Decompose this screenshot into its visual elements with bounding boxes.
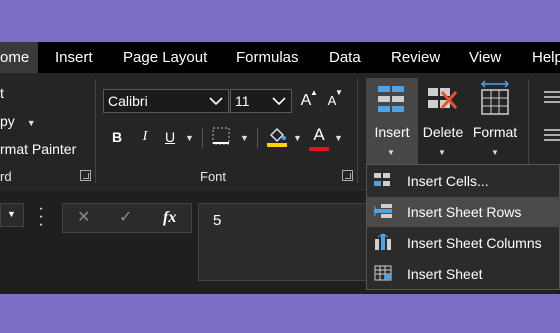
copy-label: py — [0, 113, 15, 129]
font-launcher-icon[interactable] — [342, 170, 353, 181]
shrink-font-button[interactable]: A ▼ — [324, 88, 343, 113]
delete-label: Delete — [422, 124, 464, 140]
group-divider — [357, 79, 358, 183]
tab-formulas[interactable]: Formulas — [236, 42, 299, 73]
font-color-label: A — [313, 125, 325, 144]
clipboard-group-label: rd — [0, 169, 12, 184]
bold-label: B — [111, 129, 123, 145]
font-name-combo[interactable]: Calibri — [103, 89, 229, 113]
format-cells-button[interactable]: Format ▼ — [468, 78, 522, 166]
insert-icon — [376, 84, 406, 116]
delete-icon — [426, 84, 460, 116]
borders-dropdown-icon[interactable]: ▼ — [240, 133, 249, 143]
insert-cells-icon — [373, 171, 393, 189]
font-size-value: 11 — [235, 93, 250, 109]
menu-item-label: Insert Sheet — [407, 266, 483, 282]
cut-button[interactable]: t — [0, 85, 4, 101]
copy-dropdown-icon[interactable]: ▼ — [27, 118, 36, 128]
copy-button[interactable]: py ▼ — [0, 113, 36, 129]
tab-formulas-label: Formulas — [236, 49, 299, 66]
chevron-down-icon: ▼ — [491, 148, 499, 157]
borders-icon[interactable] — [212, 127, 230, 145]
caret-up-icon: ▲ — [310, 88, 318, 97]
underline-label: U — [164, 129, 176, 145]
chevron-down-icon[interactable] — [270, 90, 288, 118]
menu-item-insert-sheet[interactable]: Insert Sheet — [367, 259, 560, 289]
tab-insert-label: Insert — [55, 49, 93, 66]
tab-help[interactable]: Help — [532, 42, 560, 73]
tab-review[interactable]: Review — [391, 42, 440, 73]
group-divider — [95, 79, 96, 183]
tab-home-label: ome — [0, 49, 30, 66]
align-lines-icon[interactable] — [542, 127, 560, 143]
insert-function-icon[interactable]: fx — [163, 204, 176, 232]
format-label: Format — [472, 124, 518, 140]
insert-label: Insert — [374, 124, 410, 140]
tab-data[interactable]: Data — [329, 42, 361, 73]
enter-icon[interactable]: ✓ — [119, 204, 132, 232]
underline-button[interactable]: U — [161, 125, 179, 149]
divider — [202, 128, 203, 148]
tab-home[interactable]: ome — [0, 42, 38, 73]
tab-review-label: Review — [391, 49, 441, 66]
tab-insert[interactable]: Insert — [55, 42, 93, 73]
tab-view[interactable]: View — [469, 42, 501, 73]
menu-item-insert-cells[interactable]: Insert Cells... — [367, 166, 560, 196]
format-icon — [478, 80, 512, 116]
grow-font-button[interactable]: A ▲ — [298, 88, 318, 113]
chevron-down-icon: ▼ — [387, 148, 395, 157]
fill-color-icon[interactable] — [266, 125, 288, 147]
chevron-down-icon[interactable] — [207, 90, 225, 118]
ribbon-tab-bar: ome Insert Page Layout Formulas Data Rev… — [0, 42, 560, 73]
menu-item-insert-sheet-rows[interactable]: Insert Sheet Rows — [367, 197, 560, 227]
font-color-bar — [309, 147, 329, 151]
format-painter-label: rmat Painter — [0, 141, 77, 157]
fill-color-dropdown-icon[interactable]: ▼ — [293, 133, 302, 143]
font-name-value: Calibri — [108, 93, 148, 109]
name-box[interactable]: ▼ — [0, 203, 24, 227]
formula-buttons: ✕ ✓ fx — [62, 203, 192, 233]
insert-sheet-columns-icon — [373, 233, 393, 251]
cancel-icon[interactable]: ✕ — [77, 204, 90, 232]
italic-label: I — [142, 129, 148, 144]
menu-item-label: Insert Cells... — [407, 173, 489, 189]
divider — [257, 128, 258, 148]
tab-data-label: Data — [329, 49, 361, 66]
menu-item-insert-sheet-columns[interactable]: Insert Sheet Columns — [367, 228, 560, 258]
cut-label: t — [0, 85, 4, 101]
align-lines-icon[interactable] — [542, 89, 560, 105]
tab-page-layout[interactable]: Page Layout — [123, 42, 207, 73]
tab-page-layout-label: Page Layout — [123, 49, 208, 66]
chevron-down-icon: ▼ — [438, 148, 446, 157]
insert-sheet-icon — [373, 264, 393, 282]
tab-view-label: View — [469, 49, 502, 66]
menu-item-label: Insert Sheet Columns — [407, 235, 542, 251]
font-group-label: Font — [200, 169, 227, 184]
font-size-combo[interactable]: 11 — [230, 89, 292, 113]
caret-down-icon: ▼ — [335, 88, 343, 97]
insert-sheet-rows-icon — [373, 202, 393, 220]
font-color-button[interactable]: A — [309, 123, 329, 151]
clipboard-launcher-icon[interactable] — [80, 170, 91, 181]
bold-button[interactable]: B — [108, 125, 126, 149]
tab-help-label: Help — [532, 49, 560, 66]
insert-cells-button[interactable]: Insert ▼ — [366, 78, 418, 166]
menu-item-label: Insert Sheet Rows — [407, 204, 522, 220]
delete-cells-button[interactable]: Delete ▼ — [420, 78, 466, 166]
insert-dropdown-menu: Insert Cells... Insert Sheet Rows Insert… — [366, 164, 560, 290]
more-options-icon[interactable]: · · · — [38, 201, 44, 233]
chevron-down-icon[interactable]: ▼ — [7, 209, 16, 219]
font-color-dropdown-icon[interactable]: ▼ — [334, 133, 343, 143]
format-painter-button[interactable]: rmat Painter — [0, 141, 76, 157]
underline-dropdown-icon[interactable]: ▼ — [185, 133, 194, 143]
italic-button[interactable]: I — [136, 125, 154, 149]
